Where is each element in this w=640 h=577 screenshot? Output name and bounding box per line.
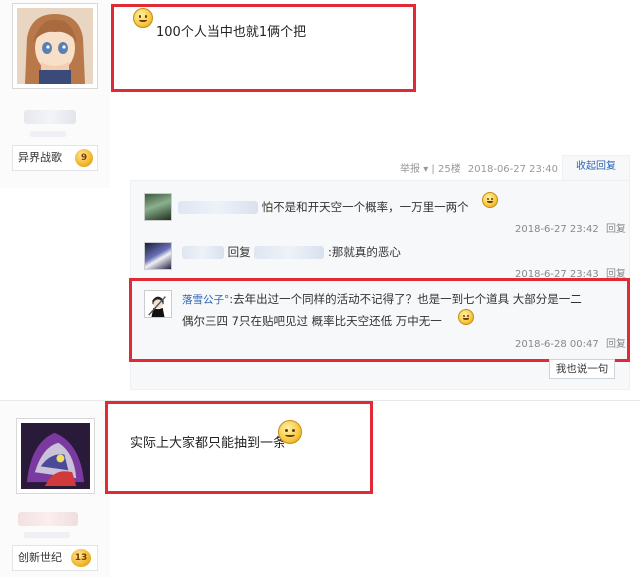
swordsman-avatar-image	[148, 296, 166, 317]
avatar[interactable]	[16, 418, 95, 494]
reply-text-line2: 偶尔三四 7只在贴吧见过 概率比天空还低 万中无一	[182, 314, 442, 328]
smile-emoji-icon	[278, 420, 302, 444]
floor-number: 25楼	[437, 164, 461, 175]
reply-meta: 2018-6-28 00:47 回复	[515, 335, 626, 350]
reply-row: 落雪公子°:去年出过一个同样的活动不记得了？也是一到七个道具 大部分是一二	[182, 291, 582, 307]
post-content: 100个人当中也就1俩个把	[156, 25, 307, 40]
say-something-button[interactable]: 我也说一句	[549, 359, 615, 379]
level-badge[interactable]: 创新世纪 13	[12, 545, 98, 571]
avatar[interactable]	[12, 3, 98, 89]
level-star-icon: 13	[71, 549, 91, 567]
reply-prefix: 回复	[227, 245, 251, 259]
reply-username-blurred[interactable]	[178, 201, 258, 214]
collapse-reply-label: 收起回复	[576, 161, 616, 172]
reply-target-blurred[interactable]	[254, 246, 325, 259]
author-title-blurred	[30, 131, 66, 137]
reply-button[interactable]: 回复	[606, 224, 626, 235]
reply-time: 2018-6-27 23:42	[515, 224, 599, 235]
author-title-blurred	[24, 532, 70, 538]
author-name-blurred[interactable]	[18, 512, 78, 526]
armored-character-avatar-image	[21, 423, 90, 489]
reply-username-blurred[interactable]	[182, 246, 224, 259]
reply-row-cont: 偶尔三四 7只在贴吧见过 概率比天空还低 万中无一	[182, 313, 442, 329]
author-name-blurred[interactable]	[24, 110, 76, 124]
level-star-icon: 9	[75, 149, 93, 167]
smile-emoji-icon	[133, 8, 153, 28]
reply-username[interactable]: 落雪公子°	[182, 294, 229, 306]
reply-text: 怕不是和开天空一个概率，一万里一两个	[261, 200, 469, 214]
reply-button[interactable]: 回复	[606, 339, 626, 350]
smile-emoji-icon	[458, 309, 474, 325]
level-name: 异界战歌	[18, 151, 62, 164]
chevron-down-icon[interactable]: ▾	[423, 164, 428, 175]
reply-meta: 2018-6-27 23:42 回复	[515, 220, 626, 235]
report-link[interactable]: 举报	[400, 164, 420, 175]
post-time: 2018-06-27 23:40	[467, 164, 559, 175]
anime-girl-avatar-image	[17, 8, 93, 84]
level-badge[interactable]: 异界战歌 9	[12, 145, 98, 171]
reply-text: :那就真的恶心	[327, 245, 401, 259]
reply-avatar[interactable]	[144, 193, 172, 221]
reply-avatar[interactable]	[144, 290, 172, 318]
reply-row: 回复 :那就真的恶心	[182, 244, 401, 260]
level-name: 创新世纪	[18, 551, 62, 564]
highlight-box	[111, 4, 416, 92]
reply-text-line1: :去年出过一个同样的活动不记得了？也是一到七个道具 大部分是一二	[229, 292, 582, 306]
post-content: 实际上大家都只能抽到一条	[130, 436, 287, 451]
reply-avatar[interactable]	[144, 242, 172, 270]
reply-time: 2018-6-28 00:47	[515, 339, 599, 350]
collapse-reply-tab[interactable]: 收起回复	[562, 155, 630, 181]
smile-emoji-icon	[482, 192, 498, 208]
reply-row: 怕不是和开天空一个概率，一万里一两个	[178, 199, 469, 215]
